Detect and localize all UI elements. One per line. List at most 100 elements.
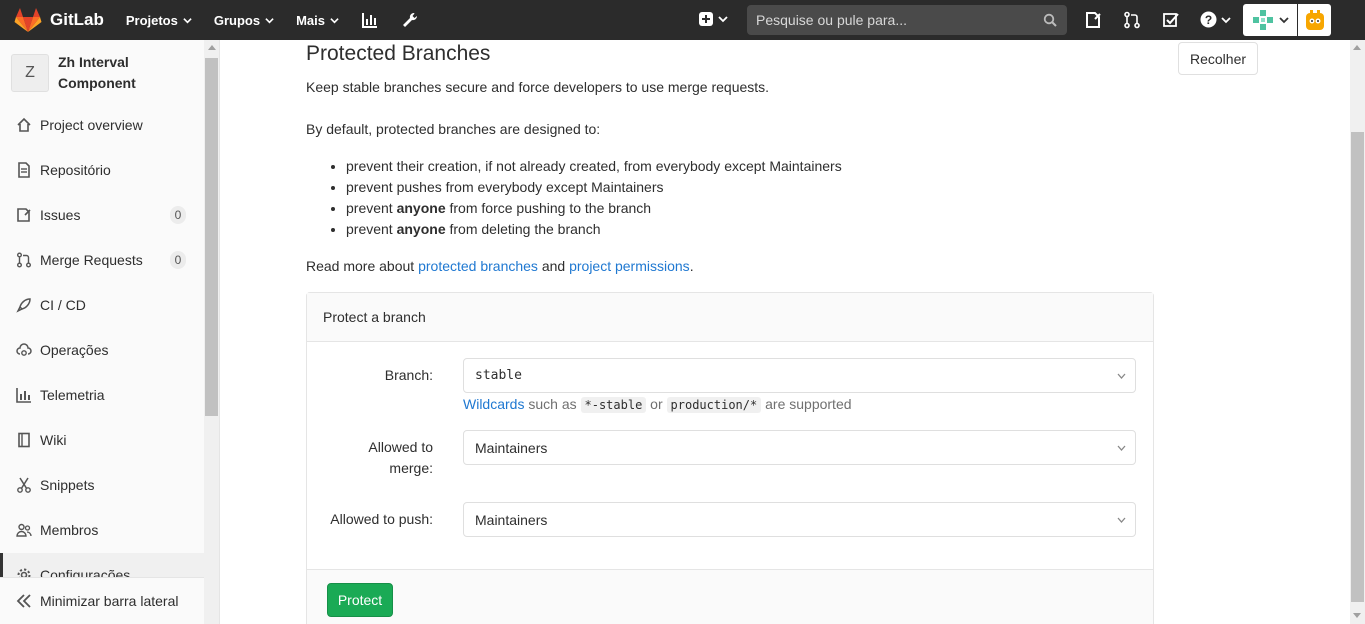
project-avatar: Z xyxy=(11,54,49,92)
cloud-gear-icon xyxy=(16,343,32,356)
users-icon xyxy=(16,523,32,537)
top-navbar: GitLab Projetos Grupos Mais ? xyxy=(0,0,1365,40)
merge-request-icon xyxy=(17,252,31,268)
sidebar-item-telemetria[interactable]: Telemetria xyxy=(0,373,204,417)
collapse-section-button[interactable]: Recolher xyxy=(1178,42,1258,75)
collapse-sidebar-button[interactable]: Minimizar barra lateral xyxy=(0,577,219,624)
project-name: Zh Interval Component xyxy=(58,54,136,91)
allowed-to-merge-select[interactable]: Maintainers xyxy=(463,430,1136,465)
brand-name: GitLab xyxy=(50,10,104,29)
list-item: prevent anyone from force pushing to the… xyxy=(346,198,842,219)
merge-select-value: Maintainers xyxy=(475,439,548,456)
chevron-down-icon xyxy=(1279,17,1289,24)
chevron-down-icon xyxy=(1117,373,1126,379)
nav-mais[interactable]: Mais xyxy=(296,13,339,28)
svg-text:?: ? xyxy=(1205,13,1212,27)
wildcards-link[interactable]: Wildcards xyxy=(463,396,524,412)
sidebar-item-label: Wiki xyxy=(40,432,67,448)
sidebar-item-repositorio[interactable]: Repositório xyxy=(0,148,204,192)
branch-select-value: stable xyxy=(475,368,522,383)
extension-icon-button[interactable] xyxy=(1298,4,1331,36)
sidebar-item-label: Project overview xyxy=(40,117,143,133)
nav-grupos[interactable]: Grupos xyxy=(214,13,274,28)
sidebar-item-label: Merge Requests xyxy=(40,252,143,268)
sidebar-item-operacoes[interactable]: Operações xyxy=(0,328,204,372)
main-content: Protected Branches Recolher Keep stable … xyxy=(220,40,1350,624)
sidebar-item-snippets[interactable]: Snippets xyxy=(0,463,204,507)
default-text: By default, protected branches are desig… xyxy=(306,121,601,137)
sidebar-item-membros[interactable]: Membros xyxy=(0,508,204,552)
sidebar-item-label: CI / CD xyxy=(40,297,86,313)
sidebar-item-ci-cd[interactable]: CI / CD xyxy=(0,283,204,327)
help-dropdown[interactable]: ? xyxy=(1200,11,1231,28)
todo-check-icon[interactable] xyxy=(1162,11,1180,29)
document-icon xyxy=(18,162,30,178)
allowed-to-push-select[interactable]: Maintainers xyxy=(463,502,1136,537)
sidebar-item-label: Telemetria xyxy=(40,387,105,403)
project-sidebar: Z Zh Interval Component Project overview… xyxy=(0,40,220,624)
sidebar-scroll-up-arrow[interactable] xyxy=(208,45,216,50)
chevron-down-icon xyxy=(1117,517,1126,523)
wildcards-help: Wildcards such as *-stable or production… xyxy=(463,396,852,413)
sidebar-item-label: Snippets xyxy=(40,477,95,493)
plus-square-icon xyxy=(699,12,713,26)
protect-branch-card: Protect a branch Branch: stable Wildcard… xyxy=(306,292,1154,624)
scissors-icon xyxy=(17,477,31,493)
code-example: production/* xyxy=(666,397,762,413)
card-footer: Protect xyxy=(307,569,1153,624)
read-more-text: Read more about protected branches and p… xyxy=(306,258,694,274)
merge-request-icon[interactable] xyxy=(1123,11,1141,29)
double-chevron-left-icon xyxy=(16,594,31,608)
chevron-down-icon xyxy=(1221,16,1231,23)
sidebar-item-label: Repositório xyxy=(40,162,111,178)
sidebar-project-header[interactable]: Z Zh Interval Component xyxy=(11,52,178,94)
protected-branches-link[interactable]: protected branches xyxy=(418,258,538,274)
list-item: prevent their creation, if not already c… xyxy=(346,156,842,177)
issues-icon xyxy=(17,208,31,222)
branch-label: Branch: xyxy=(384,367,433,383)
chevron-down-icon xyxy=(183,17,192,23)
search-box[interactable] xyxy=(747,5,1067,35)
protect-button[interactable]: Protect xyxy=(327,583,393,617)
allowed-to-push-label: Allowed to push: xyxy=(330,511,433,527)
sidebar-item-wiki[interactable]: Wiki xyxy=(0,418,204,462)
nav-projetos[interactable]: Projetos xyxy=(126,13,192,28)
wrench-icon[interactable] xyxy=(401,11,419,29)
user-avatar-icon xyxy=(1253,10,1273,30)
rocket-icon xyxy=(16,298,31,313)
card-header: Protect a branch xyxy=(307,293,1153,342)
home-icon xyxy=(17,117,31,132)
rules-list: prevent their creation, if not already c… xyxy=(328,156,842,240)
new-item-dropdown[interactable] xyxy=(698,11,728,27)
chevron-down-icon xyxy=(1117,445,1126,451)
nav-mais-label: Mais xyxy=(296,12,325,28)
nav-grupos-label: Grupos xyxy=(213,12,261,28)
branch-select[interactable]: stable xyxy=(463,358,1136,393)
activity-chart-icon[interactable] xyxy=(361,11,379,29)
page-scroll-up-arrow[interactable] xyxy=(1353,45,1361,50)
page-title: Protected Branches xyxy=(306,42,491,65)
gitlab-brand[interactable]: GitLab xyxy=(14,7,104,33)
tampermonkey-icon xyxy=(1305,10,1324,30)
sidebar-item-project-overview[interactable]: Project overview xyxy=(0,103,204,147)
search-input[interactable] xyxy=(756,12,1036,28)
user-menu-dropdown[interactable] xyxy=(1243,4,1297,36)
chevron-down-icon xyxy=(265,17,274,23)
code-example: *-stable xyxy=(580,397,647,413)
project-permissions-link[interactable]: project permissions xyxy=(569,258,690,274)
sidebar-item-merge-requests[interactable]: Merge Requests 0 xyxy=(0,238,204,282)
chart-icon xyxy=(16,388,31,403)
chevron-down-icon xyxy=(330,17,339,23)
nav-projetos-label: Projetos xyxy=(125,12,178,28)
sidebar-scrollbar-thumb[interactable] xyxy=(205,58,218,416)
page-scrollbar-thumb[interactable] xyxy=(1351,132,1364,602)
sidebar-item-label: Operações xyxy=(40,342,109,358)
collapse-sidebar-label: Minimizar barra lateral xyxy=(40,593,179,609)
book-icon xyxy=(18,432,30,448)
issues-icon[interactable] xyxy=(1084,11,1102,29)
list-item: prevent pushes from everybody except Mai… xyxy=(346,177,842,198)
push-select-value: Maintainers xyxy=(475,511,548,528)
page-scroll-down-arrow[interactable] xyxy=(1353,613,1361,618)
issues-count-badge: 0 xyxy=(170,206,186,224)
sidebar-item-issues[interactable]: Issues 0 xyxy=(0,193,204,237)
